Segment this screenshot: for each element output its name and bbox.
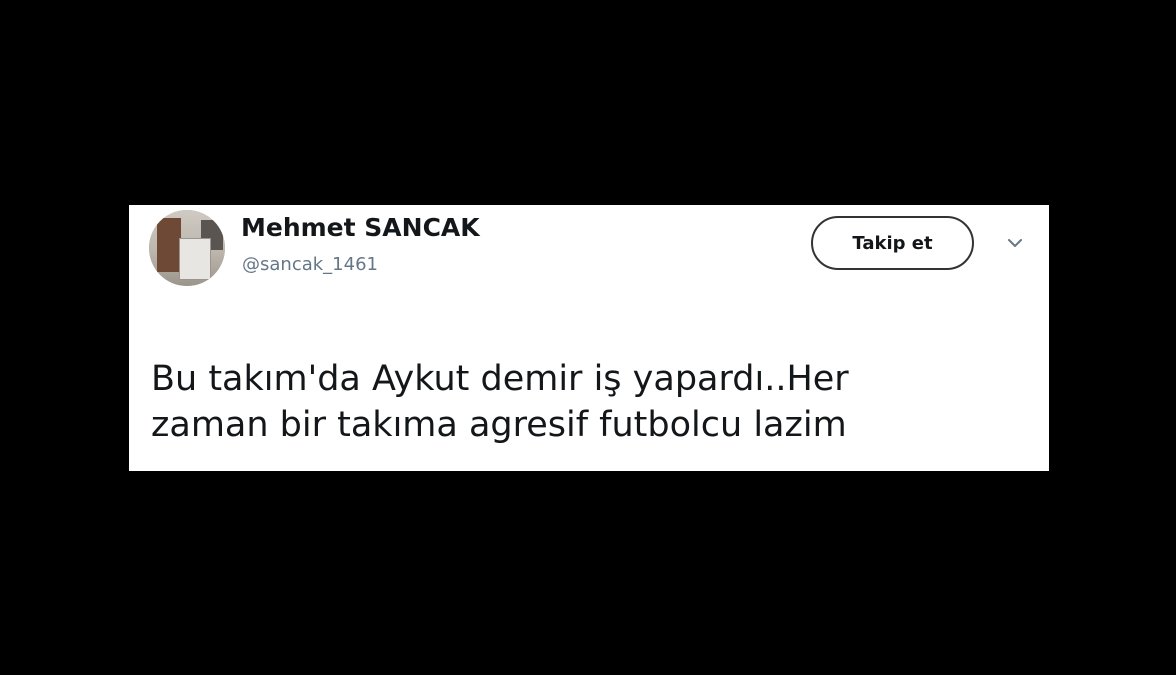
tweet-card: Mehmet SANCAK @sancak_1461 Takip et Bu t… [129,205,1049,471]
avatar-box-shape [179,238,211,280]
tweet-text: Bu takım'da Aykut demir iş yapardı..Her … [151,359,849,445]
author-handle[interactable]: @sancak_1461 [242,254,378,275]
avatar-door-shape [157,218,181,272]
screenshot-stage: Mehmet SANCAK @sancak_1461 Takip et Bu t… [0,0,1176,675]
chevron-down-icon[interactable] [1005,233,1025,253]
author-name[interactable]: Mehmet SANCAK [241,213,480,242]
avatar[interactable] [149,210,225,286]
follow-button[interactable]: Takip et [811,216,974,270]
